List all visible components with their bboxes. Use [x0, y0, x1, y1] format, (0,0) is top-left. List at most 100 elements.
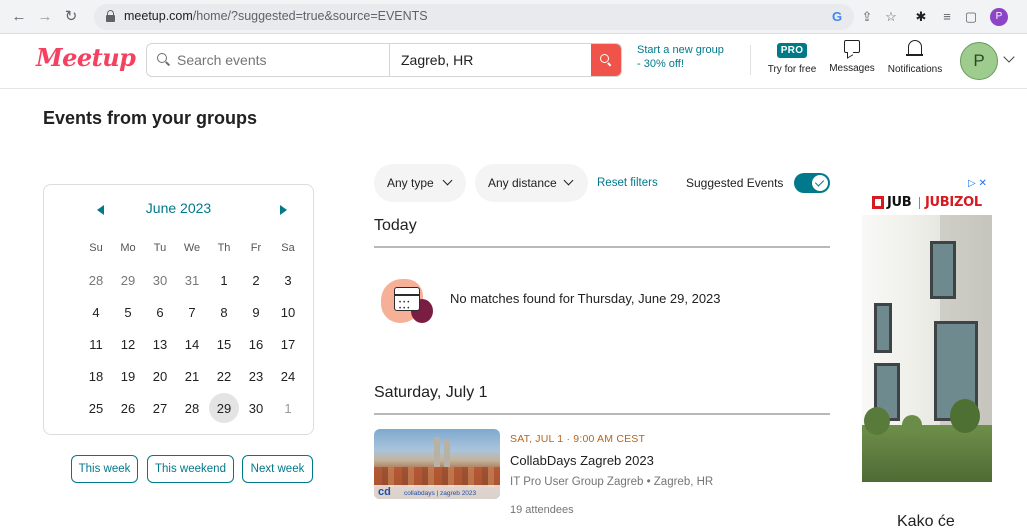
calendar-day[interactable]: 31 [176, 273, 208, 288]
weekday-label: Fr [250, 242, 262, 254]
google-lens-icon[interactable]: G [828, 8, 846, 26]
calendar-day[interactable]: 14 [176, 337, 208, 352]
calendar-day[interactable]: 11 [80, 337, 112, 352]
new-group-line1: Start a new group [637, 44, 724, 56]
calendar-day[interactable]: 26 [112, 401, 144, 416]
pro-trial-link[interactable]: PRO Try for free [764, 40, 820, 75]
calendar-day[interactable]: 28 [80, 273, 112, 288]
section-divider [374, 246, 830, 248]
share-icon[interactable]: ⇪ [858, 8, 876, 26]
reload-icon[interactable]: ↻ [62, 8, 80, 26]
next-week-button[interactable]: Next week [242, 455, 313, 483]
calendar-week-row: 28 29 30 31 1 2 3 [80, 264, 305, 296]
calendar-day[interactable]: 28 [176, 401, 208, 416]
today-heading: Today [374, 217, 417, 234]
address-bar[interactable]: meetup.com/home/?suggested=true&source=E… [94, 4, 854, 30]
browser-profile-avatar[interactable]: P [990, 8, 1008, 26]
calendar-day[interactable]: 23 [240, 369, 272, 384]
reset-filters-link[interactable]: Reset filters [597, 177, 658, 189]
calendar-day[interactable]: 4 [80, 305, 112, 320]
extensions-puzzle-icon[interactable]: ✱ [912, 8, 930, 26]
calendar-day[interactable]: 15 [208, 337, 240, 352]
suggested-events-toggle[interactable] [794, 173, 830, 193]
calendar-day[interactable]: 20 [144, 369, 176, 384]
calendar-day[interactable]: 3 [272, 273, 304, 288]
weekday-label: Tu [153, 242, 167, 254]
calendar-day[interactable]: 2 [240, 273, 272, 288]
location-input[interactable]: Zagreb, HR [401, 52, 473, 68]
advertisement[interactable]: JUB JUBIZOL [862, 177, 992, 482]
calendar-grid: Su Mo Tu We Th Fr Sa 28 29 30 31 1 2 3 4 5 6 7 8 9 10 11 12 13 1… [80, 232, 305, 424]
calendar-day[interactable]: 30 [240, 401, 272, 416]
calendar-weekday-row: Su Mo Tu We Th Fr Sa [80, 232, 305, 264]
calendar-day[interactable]: 7 [176, 305, 208, 320]
event-title-link[interactable]: CollabDays Zagreb 2023 [510, 453, 654, 468]
ad-product-name: JUBIZOL [925, 195, 982, 210]
calendar-day[interactable]: 27 [144, 401, 176, 416]
event-thumbnail[interactable]: cd collabdays | zagreb 2023 [374, 429, 500, 499]
type-filter-dropdown[interactable]: Any type [374, 164, 466, 202]
message-bubble-icon [844, 40, 860, 53]
next-month-icon[interactable] [280, 205, 287, 215]
calendar-day[interactable]: 13 [144, 337, 176, 352]
calendar-day[interactable]: 10 [272, 305, 304, 320]
calendar-day[interactable]: 16 [240, 337, 272, 352]
search-button[interactable] [591, 44, 621, 76]
calendar-day[interactable]: 17 [272, 337, 304, 352]
reading-list-icon[interactable]: ≡ [938, 8, 956, 26]
url-text: meetup.com/home/?suggested=true&source=E… [124, 9, 428, 23]
lock-icon [106, 10, 115, 22]
calendar-day[interactable]: 1 [272, 401, 304, 416]
header-divider [750, 45, 751, 75]
empty-calendar-icon: ••• ••• [381, 277, 435, 325]
calendar-day[interactable]: 29 [208, 392, 240, 423]
this-week-button[interactable]: This week [71, 455, 138, 483]
chevron-down-icon[interactable] [1003, 51, 1015, 63]
messages-label: Messages [829, 63, 875, 74]
calendar-week-row: 25 26 27 28 29 30 1 [80, 392, 305, 424]
calendar-day[interactable]: 21 [176, 369, 208, 384]
thumbnail-caption: collabdays | zagreb 2023 [404, 490, 477, 497]
messages-button[interactable]: Messages [828, 40, 876, 74]
calendar-month-label: June 2023 [145, 200, 212, 216]
calendar-day[interactable]: 18 [80, 369, 112, 384]
bookmark-star-icon[interactable]: ☆ [882, 8, 900, 26]
calendar-day[interactable]: 29 [112, 273, 144, 288]
side-panel-icon[interactable]: ▢ [962, 8, 980, 26]
event-attendee-count: 19 attendees [510, 504, 574, 516]
ad-brand-logo: JUB JUBIZOL [862, 194, 992, 212]
notifications-button[interactable]: Notifications [886, 40, 944, 75]
distance-filter-dropdown[interactable]: Any distance [475, 164, 588, 202]
search-input[interactable]: Search events [147, 44, 390, 76]
pro-badge: PRO [776, 43, 808, 58]
section-divider [374, 413, 830, 415]
meetup-logo[interactable]: Meetup [36, 43, 136, 72]
calendar-day[interactable]: 22 [208, 369, 240, 384]
chevron-down-icon [563, 175, 574, 186]
calendar-day[interactable]: 25 [80, 401, 112, 416]
forward-arrow-icon[interactable]: → [36, 8, 54, 26]
bell-icon [906, 40, 923, 56]
start-new-group-link[interactable]: Start a new group - 30% off! [637, 43, 737, 71]
calendar-day[interactable]: 5 [112, 305, 144, 320]
calendar-day[interactable]: 8 [208, 305, 240, 320]
empty-state-message: No matches found for Thursday, June 29, … [450, 291, 721, 306]
ad-house-image [862, 215, 992, 482]
calendar-day[interactable]: 6 [144, 305, 176, 320]
back-arrow-icon[interactable]: ← [10, 8, 28, 26]
calendar-day[interactable]: 9 [240, 305, 272, 320]
event-group-name: IT Pro User Group Zagreb • Zagreb, HR [510, 476, 714, 488]
weekday-label: Mo [120, 242, 136, 254]
search-icon [157, 53, 171, 67]
calendar-day[interactable]: 19 [112, 369, 144, 384]
this-weekend-button[interactable]: This weekend [147, 455, 234, 483]
page-title: Events from your groups [43, 108, 258, 128]
calendar-day[interactable]: 12 [112, 337, 144, 352]
pro-label: Try for free [767, 64, 817, 75]
calendar-day[interactable]: 30 [144, 273, 176, 288]
calendar-day[interactable]: 1 [208, 273, 240, 288]
event-date: SAT, JUL 1 · 9:00 AM CEST [510, 433, 646, 445]
weekday-label: Th [217, 242, 231, 254]
user-avatar[interactable]: P [960, 42, 998, 80]
calendar-day[interactable]: 24 [272, 369, 304, 384]
